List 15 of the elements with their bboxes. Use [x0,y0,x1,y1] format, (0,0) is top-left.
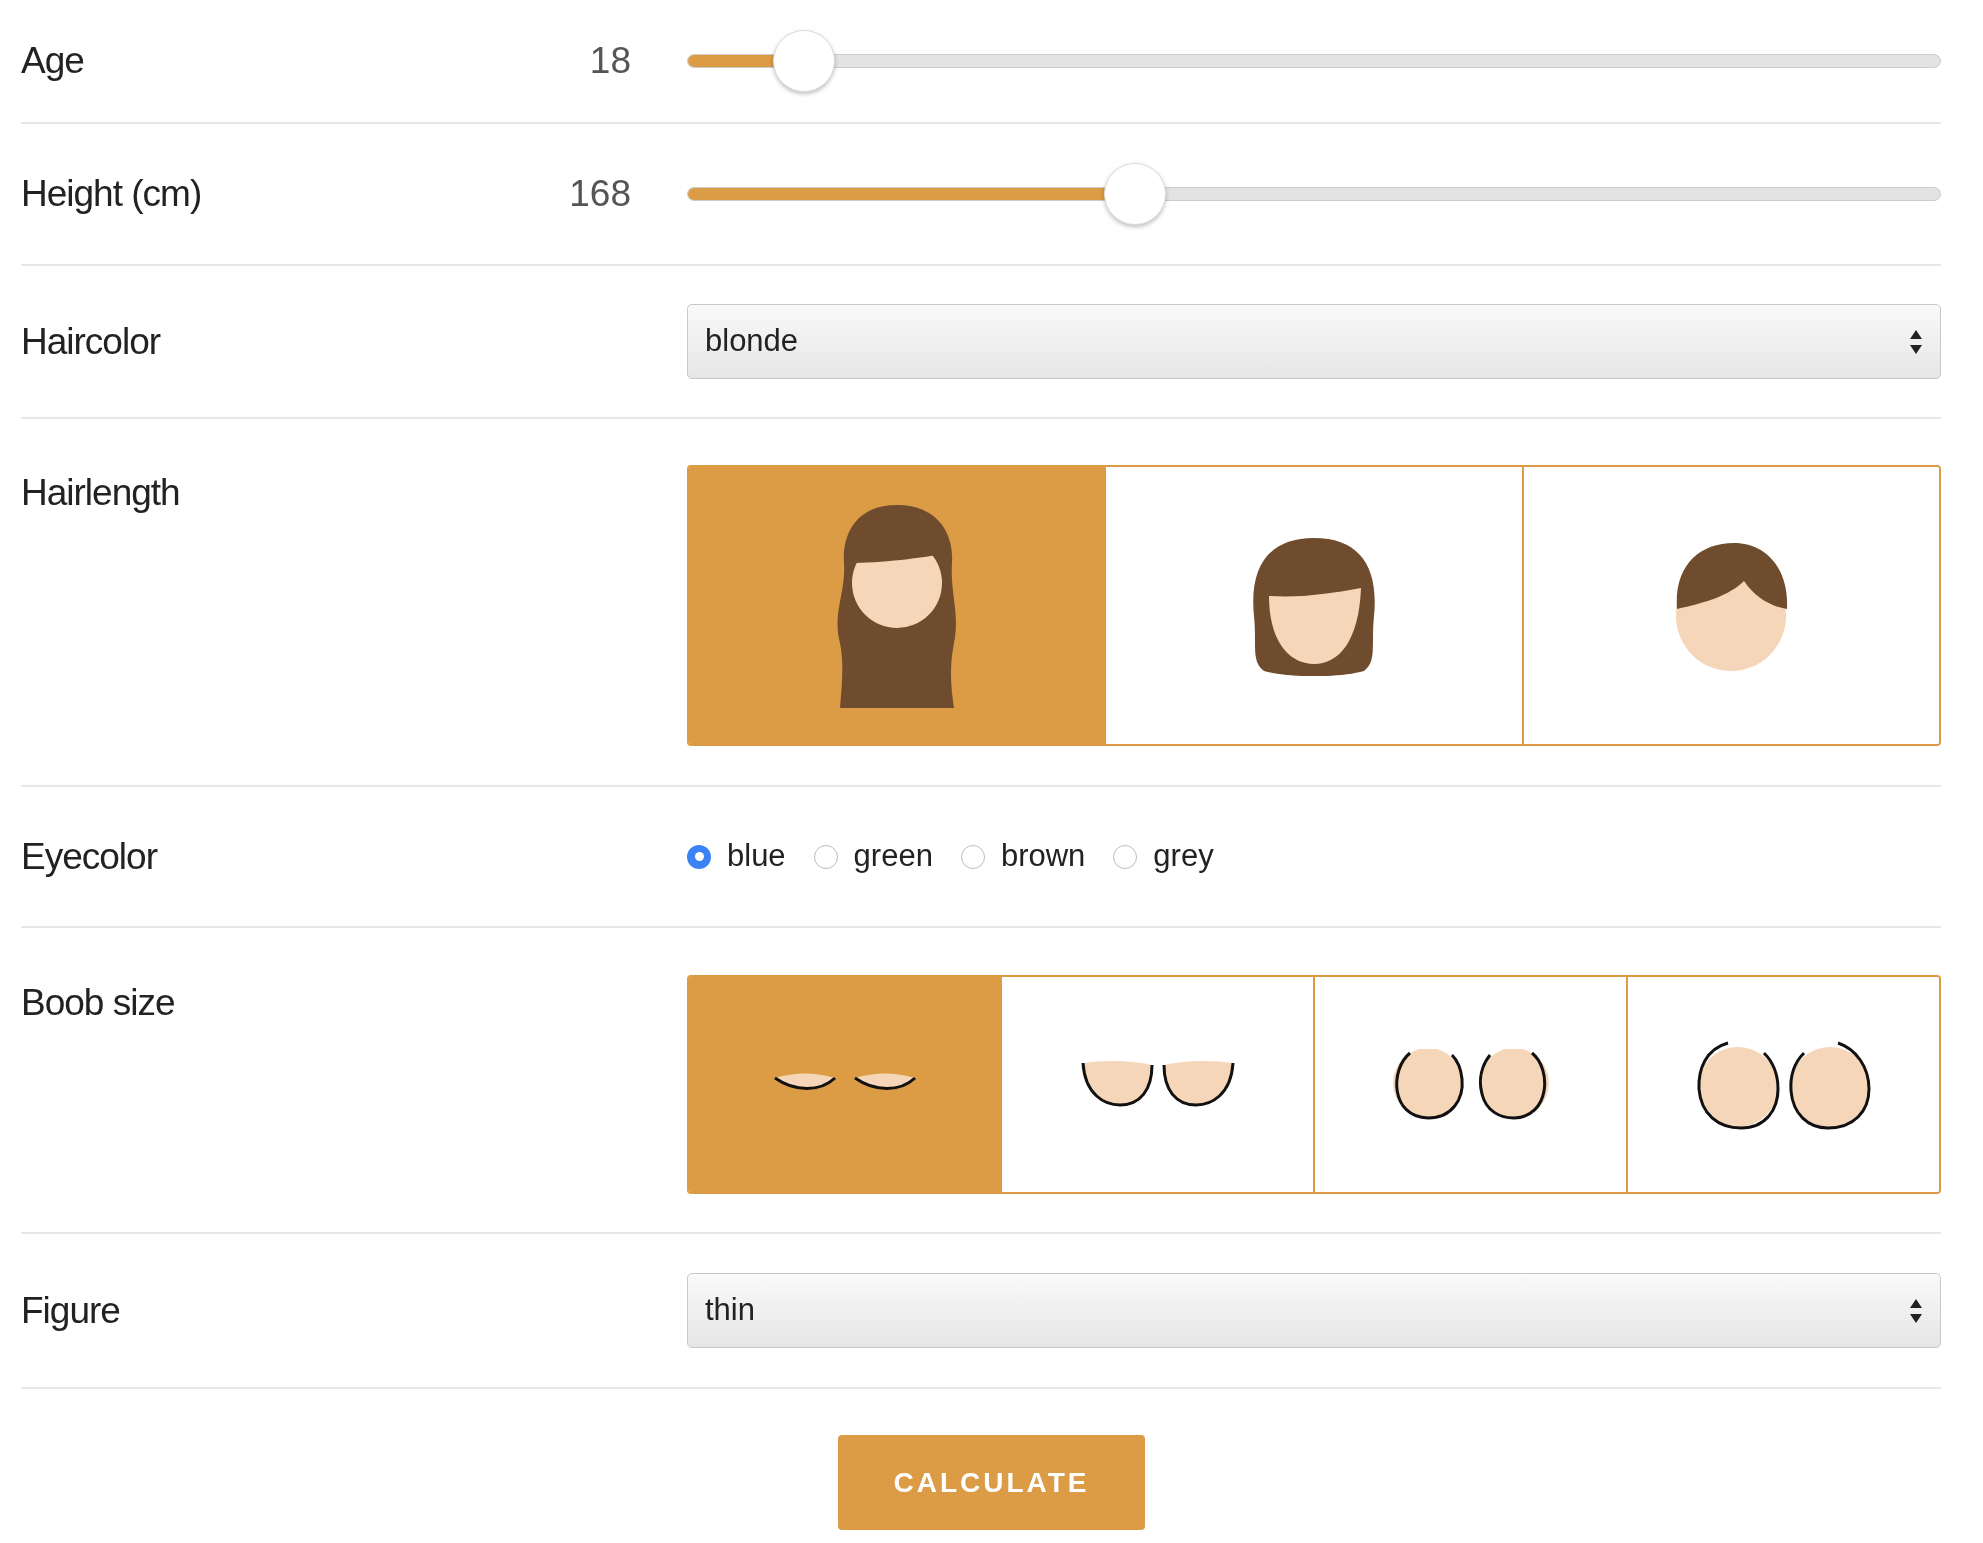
radio-option[interactable]: brown [960,833,1086,880]
dropdown[interactable]: blonde [687,304,1941,379]
radio-option[interactable]: green [813,833,933,880]
field-label: Hairlength [21,471,180,515]
field-label: Height (cm) [21,172,202,217]
field-label: Age [21,39,84,84]
field-label: Haircolor [21,319,161,364]
radio-option[interactable]: grey [1113,833,1214,880]
slider-value: 168 [569,172,631,217]
dropdown[interactable]: thin [687,1273,1941,1348]
field-label: Boob size [21,981,175,1025]
slider-value: 18 [589,39,631,84]
field-label: Figure [21,1288,120,1333]
field-label: Eyecolor [21,834,157,879]
radio-option[interactable]: blue [687,833,786,880]
